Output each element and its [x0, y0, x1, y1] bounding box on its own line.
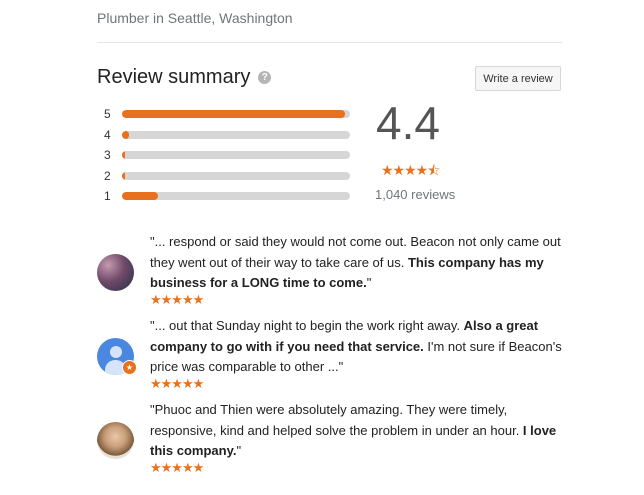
help-icon[interactable]: ? — [258, 71, 272, 84]
histogram-bar-fill — [122, 192, 158, 201]
review-text-plain: "... out that Sunday night to begin the … — [150, 318, 464, 333]
business-category: Plumber in Seattle, Washington — [97, 10, 293, 26]
histogram-row[interactable]: 3 — [104, 145, 350, 166]
average-rating-stars: ★★★★⯪ — [381, 162, 440, 178]
review-text-tail: " — [236, 443, 242, 458]
review-stars: ★★★★★ — [150, 292, 204, 307]
user-silhouette-icon — [110, 346, 122, 358]
review-summary-title: Review summary — [97, 66, 251, 88]
histogram-bar-fill — [122, 151, 125, 160]
average-rating: 4.4 — [376, 97, 440, 149]
review-text-tail: " — [366, 275, 372, 290]
histogram-bar-track — [122, 192, 350, 201]
review-text: "... out that Sunday night to begin the … — [150, 316, 565, 378]
histogram-row[interactable]: 2 — [104, 166, 350, 187]
review-snippet[interactable]: "... respond or said they would not come… — [97, 232, 567, 312]
write-review-button[interactable]: Write a review — [475, 66, 561, 91]
reviewer-avatar[interactable] — [97, 422, 134, 459]
histogram-label: 2 — [104, 168, 111, 183]
histogram-row[interactable]: 4 — [104, 125, 350, 146]
review-text: "Phuoc and Thien were absolutely amazing… — [150, 400, 565, 462]
reviewer-avatar[interactable] — [97, 254, 134, 291]
histogram-label: 5 — [104, 107, 111, 122]
rating-histogram: 5 4 3 2 1 — [104, 104, 350, 207]
review-snippet[interactable]: ★ "... out that Sunday night to begin th… — [97, 316, 567, 396]
histogram-bar-track — [122, 110, 350, 119]
divider — [97, 42, 562, 43]
histogram-label: 1 — [104, 189, 111, 204]
review-stars: ★★★★★ — [150, 460, 204, 475]
histogram-bar-fill — [122, 110, 345, 119]
histogram-bar-fill — [122, 130, 129, 139]
histogram-label: 3 — [104, 148, 111, 163]
review-text-plain: "Phuoc and Thien were absolutely amazing… — [150, 402, 523, 438]
histogram-label: 4 — [104, 127, 111, 142]
local-guide-badge-icon: ★ — [122, 360, 137, 375]
histogram-bar-track — [122, 151, 350, 160]
review-snippet[interactable]: "Phuoc and Thien were absolutely amazing… — [97, 400, 567, 480]
review-stars: ★★★★★ — [150, 376, 204, 391]
review-summary-heading: Review summary ? — [97, 66, 272, 89]
histogram-row[interactable]: 5 — [104, 104, 350, 125]
review-text: "... respond or said they would not come… — [150, 232, 565, 294]
histogram-bar-fill — [122, 171, 125, 180]
histogram-bar-track — [122, 171, 350, 180]
histogram-bar-track — [122, 130, 350, 139]
review-count-link[interactable]: 1,040 reviews — [375, 187, 455, 202]
histogram-row[interactable]: 1 — [104, 186, 350, 207]
